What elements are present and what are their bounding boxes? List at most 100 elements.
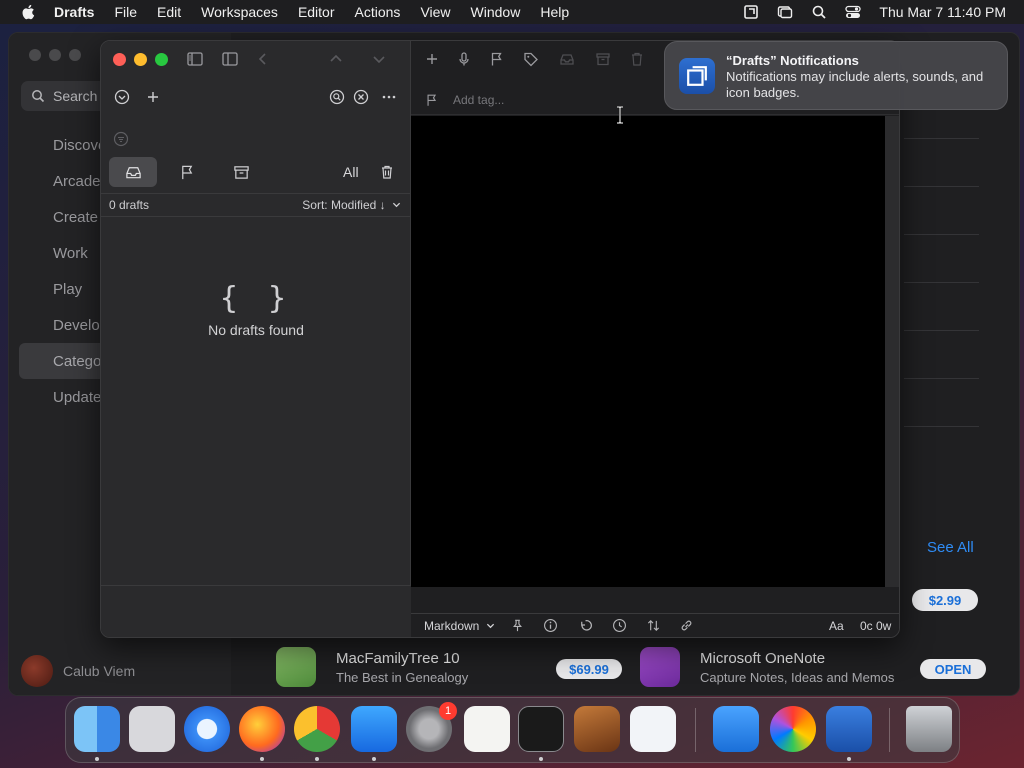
search-label: Search — [53, 88, 98, 104]
chevron-down-icon — [486, 623, 494, 628]
word-count[interactable]: 0c 0w — [860, 619, 891, 633]
close-button[interactable] — [29, 49, 41, 61]
launchpad-icon[interactable] — [129, 706, 175, 752]
more-options-button[interactable] — [379, 87, 399, 107]
apple-menu-icon[interactable] — [20, 3, 38, 21]
list-footer — [101, 585, 411, 637]
clear-search-button[interactable] — [351, 87, 371, 107]
safari-icon[interactable] — [184, 706, 230, 752]
toggle-list-button[interactable] — [220, 49, 240, 69]
new-draft-button[interactable] — [143, 87, 163, 107]
menu-file[interactable]: File — [114, 4, 137, 20]
info-button[interactable] — [543, 618, 559, 634]
back-button[interactable] — [253, 49, 273, 69]
menu-actions[interactable]: Actions — [355, 4, 401, 20]
filter-menu-button[interactable] — [112, 87, 132, 107]
textedit-icon[interactable] — [464, 706, 510, 752]
menu-app-name[interactable]: Drafts — [54, 4, 94, 20]
tag-filter-button[interactable] — [111, 129, 131, 149]
flag-button[interactable] — [487, 49, 507, 69]
tab-trash[interactable] — [377, 162, 397, 182]
sidebar-item-label: Work — [53, 244, 88, 262]
sidebar-panel-icon — [222, 52, 238, 66]
sort-menu[interactable]: Sort: Modified ↓ — [302, 198, 401, 212]
empty-message: No drafts found — [208, 322, 304, 338]
drafts-status-icon[interactable] — [743, 4, 759, 20]
dictate-button[interactable] — [454, 49, 474, 69]
list-item[interactable]: Microsoft OneNote Capture Notes, Ideas a… — [640, 647, 894, 687]
pin-icon — [513, 619, 522, 632]
notification-badge: 1 — [439, 702, 457, 720]
menu-edit[interactable]: Edit — [157, 4, 181, 20]
tab-all[interactable]: All — [343, 164, 359, 180]
folder-tabs: All — [109, 157, 405, 187]
chrome-icon[interactable] — [294, 706, 340, 752]
buy-button[interactable]: $69.99 — [556, 659, 622, 679]
app-store-icon[interactable] — [351, 706, 397, 752]
arrange-button[interactable] — [646, 618, 662, 634]
previous-draft-button[interactable] — [326, 49, 346, 69]
running-indicator — [372, 757, 376, 761]
syntax-menu[interactable]: Markdown — [424, 619, 495, 633]
minimize-button[interactable] — [134, 53, 147, 66]
tab-flagged[interactable] — [163, 157, 211, 187]
undo-button[interactable] — [578, 618, 594, 634]
archive-button[interactable] — [593, 49, 613, 69]
sidebar-item-label: Create — [53, 208, 99, 226]
pin-button[interactable] — [510, 618, 526, 634]
chevron-left-icon — [258, 53, 266, 65]
open-button[interactable]: OPEN — [920, 659, 986, 679]
trash-icon[interactable] — [906, 706, 952, 752]
see-all-link[interactable]: See All — [927, 539, 974, 556]
running-indicator — [315, 757, 319, 761]
app-store-window-controls — [29, 49, 81, 61]
menu-workspaces[interactable]: Workspaces — [201, 4, 278, 20]
spotlight-search-icon[interactable] — [811, 4, 827, 20]
garageband-icon[interactable] — [574, 706, 620, 752]
list-item[interactable]: MacFamilyTree 10 The Best in Genealogy — [276, 647, 468, 687]
next-draft-button[interactable] — [369, 49, 389, 69]
control-center-icon[interactable] — [845, 4, 862, 20]
notification-banner[interactable]: “Drafts” Notifications Notifications may… — [664, 41, 1008, 110]
move-to-inbox-button[interactable] — [557, 49, 577, 69]
running-indicator — [847, 757, 851, 761]
editor-scrollbar[interactable] — [885, 116, 899, 587]
firefox-icon[interactable] — [239, 706, 285, 752]
terminal-icon[interactable] — [518, 706, 564, 752]
menu-editor[interactable]: Editor — [298, 4, 335, 20]
inbox-icon — [125, 166, 141, 178]
trash-button[interactable] — [627, 49, 647, 69]
vscode-icon[interactable] — [630, 706, 676, 752]
menu-window[interactable]: Window — [471, 4, 521, 20]
sort-label: Sort: Modified ↓ — [302, 198, 386, 212]
tab-inbox[interactable] — [109, 157, 157, 187]
finder-icon[interactable] — [74, 706, 120, 752]
link-button[interactable] — [679, 618, 695, 634]
editor-text-area[interactable] — [411, 116, 885, 587]
close-button[interactable] — [113, 53, 126, 66]
new-draft-toolbar-button[interactable] — [422, 49, 442, 69]
text-size-button[interactable]: Aa — [829, 619, 844, 633]
color-app-icon[interactable] — [770, 706, 816, 752]
toggle-sidebar-button[interactable] — [185, 49, 205, 69]
menu-help[interactable]: Help — [540, 4, 569, 20]
zoom-button[interactable] — [69, 49, 81, 61]
tab-archive[interactable] — [217, 157, 265, 187]
zoom-button[interactable] — [155, 53, 168, 66]
tag-button[interactable] — [521, 49, 541, 69]
info-icon — [544, 619, 557, 632]
minimize-button[interactable] — [49, 49, 61, 61]
flag-outline-icon[interactable] — [425, 93, 439, 107]
screen-mirroring-icon[interactable] — [777, 4, 793, 20]
draft-count-bar: 0 drafts Sort: Modified ↓ — [101, 193, 411, 217]
drafts-icon[interactable] — [826, 706, 872, 752]
trash-icon — [382, 165, 392, 179]
add-tag-input[interactable]: Add tag... — [453, 93, 504, 107]
price-button[interactable]: $2.99 — [912, 589, 978, 611]
menu-view[interactable]: View — [420, 4, 450, 20]
history-button[interactable] — [612, 618, 628, 634]
menu-bar-clock[interactable]: Thu Mar 7 11:40 PM — [879, 4, 1006, 20]
account-button[interactable]: Calub Viem — [21, 655, 135, 687]
search-drafts-button[interactable] — [327, 87, 347, 107]
keynote-icon[interactable] — [713, 706, 759, 752]
